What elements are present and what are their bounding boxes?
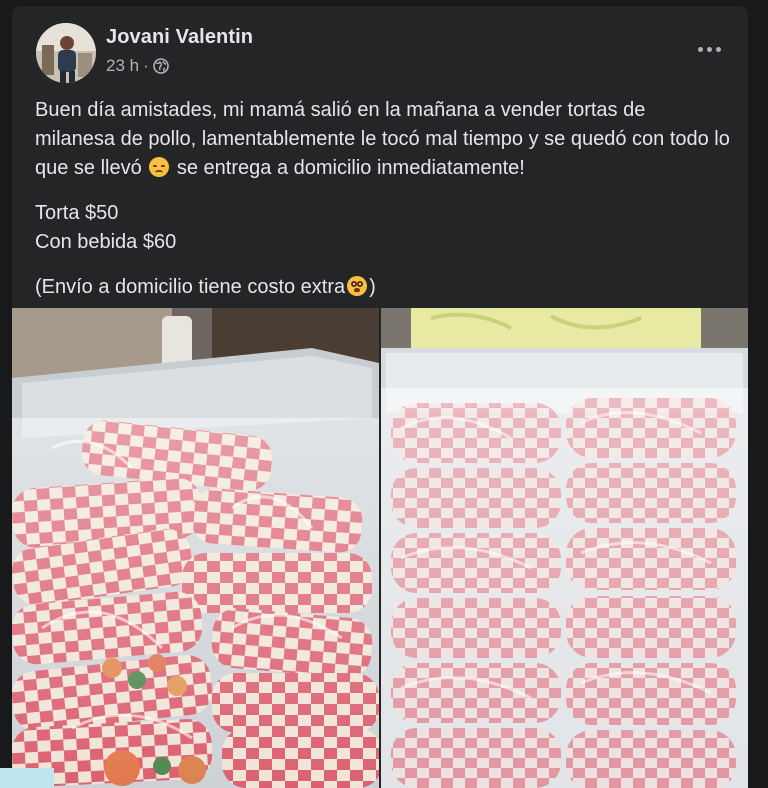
tortas-photo-right[interactable]: [381, 308, 748, 788]
paragraph-text: se entrega a domicilio inmediatamente!: [176, 157, 525, 179]
disappointed-face-emoji: [149, 157, 170, 177]
author-name[interactable]: Jovani Valentin: [106, 26, 253, 49]
pleading-face-emoji: [347, 276, 368, 296]
post-meta: 23 h ·: [106, 56, 169, 76]
more-options-icon[interactable]: [692, 36, 726, 62]
globe-icon[interactable]: [152, 58, 169, 74]
author-avatar[interactable]: [36, 23, 96, 83]
price-line-torta: Torta $50: [35, 202, 119, 224]
price-line-bebida: Con bebida $60: [35, 231, 177, 253]
post-card: Jovani Valentin 23 h · Buen día amistade…: [12, 6, 748, 788]
post-text: Buen día amistades, mi mamá salió en la …: [35, 96, 730, 318]
post-header: Jovani Valentin 23 h ·: [12, 6, 748, 86]
post-time[interactable]: 23 h: [106, 56, 139, 76]
paragraph-text: (Envío a domicilio tiene costo extra: [35, 276, 346, 298]
post-paragraph-2: Torta $50 Con bebida $60: [35, 199, 730, 257]
post-photos: [12, 308, 748, 788]
paragraph-text: ): [369, 276, 376, 298]
post-paragraph-3: (Envío a domicilio tiene costo extra): [35, 273, 730, 302]
corner-element: [0, 768, 54, 788]
tortas-photo-left[interactable]: [12, 308, 379, 788]
post-paragraph-1: Buen día amistades, mi mamá salió en la …: [35, 96, 730, 183]
meta-separator: ·: [143, 56, 149, 75]
